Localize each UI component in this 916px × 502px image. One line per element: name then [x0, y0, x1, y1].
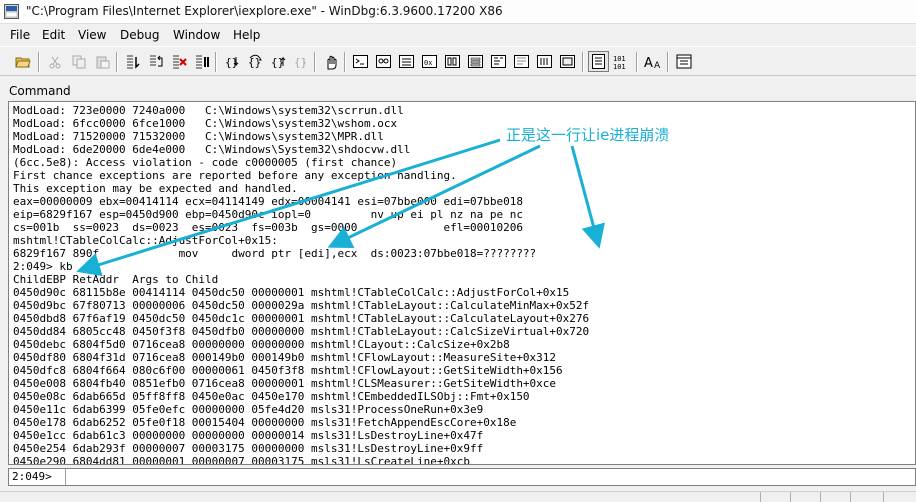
- toolbar-separator: [314, 52, 316, 72]
- menu-debug[interactable]: Debug: [120, 28, 159, 42]
- output-line: 0450e178 6dab6252 05fe0f18 00015404 0000…: [13, 416, 517, 429]
- status-cell: [883, 492, 916, 502]
- svg-text:{}: {}: [294, 56, 307, 69]
- call-stack-icon[interactable]: [465, 51, 486, 72]
- output-line: 0450dd84 6805cc48 0450f3f8 0450dfb0 0000…: [13, 325, 590, 338]
- locals-icon[interactable]: [396, 51, 417, 72]
- toolbar-separator: [38, 52, 40, 72]
- output-line: 0450df80 6804f31d 0716cea8 000149b0 0001…: [13, 351, 557, 364]
- disassembly-icon[interactable]: [488, 51, 509, 72]
- menu-file[interactable]: File: [10, 28, 30, 42]
- source-toggle-icon[interactable]: [588, 51, 609, 72]
- output-line: This exception may be expected and handl…: [13, 182, 298, 195]
- scratch-pad-icon[interactable]: [534, 51, 555, 72]
- annotation-text: 正是这一行让ie进程崩溃: [506, 126, 670, 144]
- command-prompt: 2:049>: [12, 470, 52, 483]
- command-output[interactable]: ModLoad: 723e0000 7240a000 C:\Windows\sy…: [8, 101, 916, 465]
- output-line: 0450e254 6dab293f 00000007 00003175 0000…: [13, 442, 484, 455]
- run-to-cursor-icon[interactable]: {}: [290, 51, 311, 72]
- restart-icon[interactable]: [145, 51, 166, 72]
- output-line: First chance exceptions are reported bef…: [13, 169, 457, 182]
- window-title: "C:\Program Files\Internet Explorer\iexp…: [26, 4, 503, 18]
- output-line: 0450d9bc 67f80713 00000006 0450dc50 0000…: [13, 299, 590, 312]
- status-cell: [820, 492, 850, 502]
- pane-title: Command: [9, 84, 71, 98]
- svg-text:0x: 0x: [424, 59, 432, 67]
- options-icon[interactable]: [673, 51, 694, 72]
- output-line: 0450e290 6804dd81 00000001 00000007 0000…: [13, 455, 470, 465]
- output-line: ChildEBP RetAddr Args to Child: [13, 273, 219, 286]
- step-into-icon[interactable]: {}: [221, 51, 242, 72]
- output-line: 2:049> kb: [13, 260, 73, 273]
- memory-icon[interactable]: [442, 51, 463, 72]
- copy-icon[interactable]: [68, 51, 89, 72]
- output-line: 6829f167 890f mov dword ptr [edi],ecx ds…: [13, 247, 537, 260]
- menu-view[interactable]: View: [78, 28, 106, 42]
- toolbar: {} {} {} {} 0x 101 101 A A: [0, 46, 916, 76]
- output-line: eip=6829f167 esp=0450d900 ebp=0450d90c i…: [13, 208, 523, 221]
- svg-text:A: A: [644, 56, 653, 70]
- output-line: 0450d90c 68115b8e 00414114 0450dc50 0000…: [13, 286, 570, 299]
- output-line: 0450e11c 6dab6399 05fe0efc 00000000 05fe…: [13, 403, 484, 416]
- font-icon[interactable]: AA: [642, 51, 663, 72]
- command-line: 2:049>: [8, 468, 916, 486]
- output-line: 0450e1cc 6dab61c3 00000000 00000000 0000…: [13, 429, 484, 442]
- toolbar-separator: [116, 52, 118, 72]
- registers-icon[interactable]: 0x: [419, 51, 440, 72]
- source-mode-icon[interactable]: [320, 51, 341, 72]
- output-line: 0450debc 6804f5d0 0716cea8 00000000 0000…: [13, 338, 510, 351]
- toolbar-separator: [215, 52, 217, 72]
- status-bar: [0, 491, 916, 502]
- output-line: cs=001b ss=0023 ds=0023 es=0023 fs=003b …: [13, 221, 523, 234]
- hex-toggle-icon[interactable]: 101 101: [611, 51, 632, 72]
- svg-text:{}: {}: [271, 56, 284, 69]
- output-line: 0450dfc8 6804f664 080c6f00 00000061 0450…: [13, 364, 563, 377]
- svg-text:A: A: [654, 61, 661, 70]
- command-input[interactable]: [65, 469, 911, 485]
- output-line: eax=00000009 ebx=00414114 ecx=04114149 e…: [13, 195, 523, 208]
- menu-bar: File Edit View Debug Window Help: [0, 24, 916, 46]
- watch-icon[interactable]: [373, 51, 394, 72]
- output-line: ModLoad: 71520000 71532000 C:\Windows\sy…: [13, 130, 384, 143]
- toolbar-separator: [667, 52, 669, 72]
- status-cell: [760, 492, 790, 502]
- menu-edit[interactable]: Edit: [42, 28, 65, 42]
- open-folder-icon[interactable]: [12, 51, 33, 72]
- menu-window[interactable]: Window: [173, 28, 220, 42]
- windbg-app-icon[interactable]: [4, 4, 19, 19]
- scratch-pad-icon[interactable]: [511, 51, 532, 72]
- output-line: (6cc.5e8): Access violation - code c0000…: [13, 156, 398, 169]
- svg-text:101: 101: [613, 55, 626, 63]
- output-line: ModLoad: 723e0000 7240a000 C:\Windows\sy…: [13, 104, 404, 117]
- output-line: 0450dbd8 67f6af19 0450dc50 0450dc1c 0000…: [13, 312, 590, 325]
- output-line: ModLoad: 6de20000 6de4e000 C:\Windows\Sy…: [13, 143, 411, 156]
- command-pane-header: Command: [0, 80, 916, 100]
- cut-icon[interactable]: [44, 51, 65, 72]
- step-over-icon[interactable]: {}: [244, 51, 265, 72]
- go-icon[interactable]: [122, 51, 143, 72]
- output-line: 0450e008 6804fb40 0851efb0 0716cea8 0000…: [13, 377, 557, 390]
- output-line: mshtml!CTableColCalc::AdjustForCol+0x15:: [13, 234, 278, 247]
- stop-debugging-icon[interactable]: [168, 51, 189, 72]
- status-cell: [790, 492, 820, 502]
- break-icon[interactable]: [191, 51, 212, 72]
- toolbar-separator: [636, 52, 638, 72]
- toolbar-separator: [582, 52, 584, 72]
- menu-help[interactable]: Help: [233, 28, 260, 42]
- paste-icon[interactable]: [92, 51, 113, 72]
- svg-text:101: 101: [613, 63, 626, 70]
- output-line: ModLoad: 6fcc0000 6fce1000 C:\Windows\sy…: [13, 117, 398, 130]
- scratch-pad-icon[interactable]: [557, 51, 578, 72]
- output-line: 0450e08c 6dab665d 05ff8ff8 0450e0ac 0450…: [13, 390, 530, 403]
- status-cell: [850, 492, 883, 502]
- command-icon[interactable]: [350, 51, 371, 72]
- toolbar-separator: [344, 52, 346, 72]
- step-out-icon[interactable]: {}: [267, 51, 288, 72]
- title-bar: "C:\Program Files\Internet Explorer\iexp…: [0, 0, 916, 24]
